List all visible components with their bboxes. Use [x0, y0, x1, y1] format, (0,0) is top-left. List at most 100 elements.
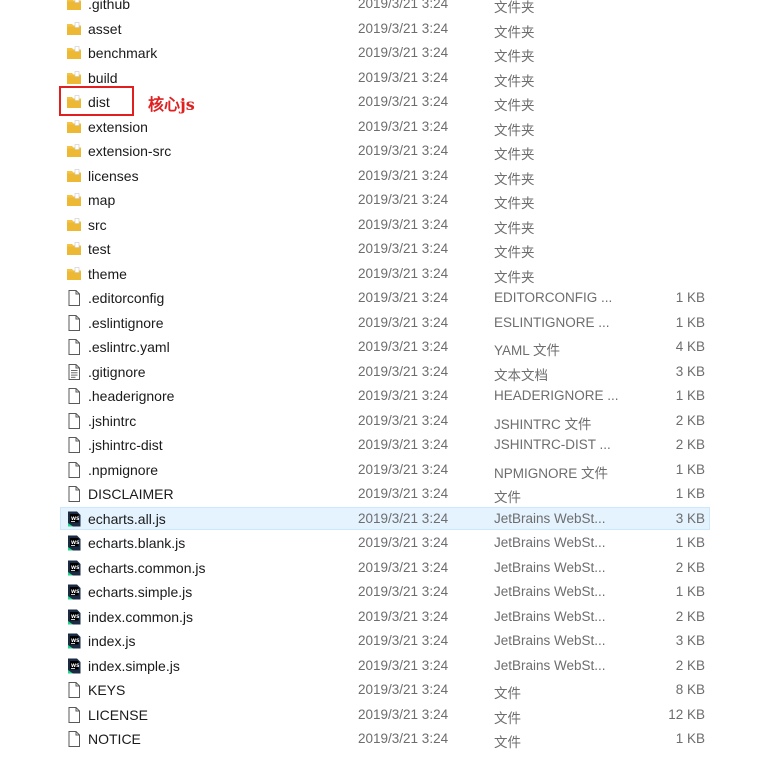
file-date-modified: 2019/3/21 3:24 — [358, 265, 449, 281]
file-icon — [66, 706, 82, 723]
webstorm-icon: WS — [66, 609, 82, 625]
annotation-highlight-box — [59, 86, 134, 116]
file-name: .headerignore — [88, 388, 175, 404]
file-type: EDITORCONFIG ... — [494, 290, 613, 305]
file-name: .github — [88, 0, 131, 12]
file-row[interactable]: .npmignore 2019/3/21 3:24 NPMIGNORE 文件 1 KB — [0, 458, 765, 483]
file-row[interactable]: benchmark 2019/3/21 3:24 文件夹 — [0, 41, 765, 66]
file-type: 文件 — [494, 710, 521, 726]
file-row[interactable]: WS index.common.js 2019/3/21 3:24 JetBrains… — [0, 605, 765, 630]
file-type: JetBrains WebSt... — [494, 510, 606, 526]
file-type: 文件夹 — [494, 24, 535, 40]
file-row[interactable]: .jshintrc 2019/3/21 3:24 JSHINTRC 文件 2 KB — [0, 409, 765, 434]
file-type: 文件夹 — [494, 171, 535, 187]
webstorm-icon: WS — [66, 658, 82, 674]
file-icon — [66, 437, 82, 453]
file-row[interactable]: WS index.js 2019/3/21 3:24 JetBrains WebSt.… — [0, 629, 765, 654]
file-type: JSHINTRC 文件 — [494, 416, 592, 432]
file-date-modified: 2019/3/21 3:24 — [358, 241, 449, 256]
file-type: JetBrains WebSt... — [494, 657, 606, 673]
file-name: benchmark — [88, 45, 158, 61]
file-name: NOTICE — [88, 731, 141, 747]
file-type: 文件夹 — [494, 147, 535, 162]
file-size: 1 KB — [675, 486, 705, 501]
file-type: 文件夹 — [494, 122, 535, 138]
folder-icon — [66, 70, 82, 86]
file-icon — [66, 412, 82, 429]
file-size: 1 KB — [675, 290, 705, 305]
file-name: index.simple.js — [88, 657, 180, 674]
file-type: JetBrains WebSt... — [494, 584, 606, 599]
webstorm-icon: WS — [66, 560, 82, 576]
file-row[interactable]: WS echarts.common.js 2019/3/21 3:24 JetBrai… — [0, 556, 765, 581]
file-row[interactable]: .jshintrc-dist 2019/3/21 3:24 JSHINTRC-DIS… — [0, 433, 765, 458]
webstorm-icon: WS — [66, 511, 82, 527]
file-type: 文件夹 — [494, 98, 535, 113]
file-row[interactable]: asset 2019/3/21 3:24 文件夹 — [0, 17, 765, 42]
file-size: 12 KB — [668, 706, 705, 722]
file-name: .jshintrc-dist — [88, 437, 163, 453]
file-name: extension — [88, 118, 148, 135]
file-name: .jshintrc — [88, 412, 137, 429]
file-row[interactable]: .editorconfig 2019/3/21 3:24 EDITORCONFIG … — [0, 286, 765, 311]
file-date-modified: 2019/3/21 3:24 — [358, 633, 449, 648]
file-row[interactable]: src 2019/3/21 3:24 文件夹 — [0, 213, 765, 238]
file-row[interactable]: DISCLAIMER 2019/3/21 3:24 文件 1 KB — [0, 482, 765, 507]
file-row[interactable]: .github 2019/3/21 3:24 文件夹 — [0, 0, 765, 17]
file-icon — [66, 314, 82, 331]
file-row[interactable]: theme 2019/3/21 3:24 文件夹 — [0, 262, 765, 287]
file-row[interactable]: .headerignore 2019/3/21 3:24 HEADERIGNORE … — [0, 384, 765, 409]
file-row[interactable]: NOTICE 2019/3/21 3:24 文件 1 KB — [0, 727, 765, 752]
file-type: 文件 — [494, 735, 521, 750]
file-row[interactable]: WS echarts.blank.js 2019/3/21 3:24 JetBrain… — [0, 531, 765, 556]
file-row[interactable]: test 2019/3/21 3:24 文件夹 — [0, 237, 765, 262]
file-row[interactable]: .eslintignore 2019/3/21 3:24 ESLINTIGNORE … — [0, 311, 765, 336]
file-date-modified: 2019/3/21 3:24 — [358, 731, 449, 746]
file-name: index.common.js — [88, 608, 194, 625]
file-name: echarts.all.js — [88, 510, 166, 527]
folder-icon — [66, 119, 82, 135]
file-row[interactable]: extension-src 2019/3/21 3:24 文件夹 — [0, 139, 765, 164]
file-row[interactable]: WS echarts.simple.js 2019/3/21 3:24 JetBrai… — [0, 580, 765, 605]
file-icon — [66, 388, 82, 404]
file-name: KEYS — [88, 682, 126, 698]
file-type: 文件夹 — [494, 196, 535, 211]
file-row[interactable]: .gitignore 2019/3/21 3:24 文本文档 3 KB — [0, 360, 765, 385]
file-name: src — [88, 216, 107, 233]
file-size: 1 KB — [675, 388, 705, 403]
file-date-modified: 2019/3/21 3:24 — [358, 0, 449, 11]
file-date-modified: 2019/3/21 3:24 — [358, 437, 449, 452]
file-size: 3 KB — [675, 363, 705, 379]
file-name: index.js — [88, 633, 136, 649]
file-size: 3 KB — [675, 510, 705, 526]
file-date-modified: 2019/3/21 3:24 — [358, 510, 449, 526]
file-name: .gitignore — [88, 363, 146, 380]
file-row[interactable]: .eslintrc.yaml 2019/3/21 3:24 YAML 文件 4 KB — [0, 335, 765, 360]
file-size: 1 KB — [675, 584, 705, 599]
file-size: 1 KB — [675, 731, 705, 746]
file-icon — [66, 290, 82, 306]
file-icon — [66, 339, 82, 355]
file-row[interactable]: extension 2019/3/21 3:24 文件夹 — [0, 115, 765, 140]
file-size: 1 KB — [675, 461, 705, 477]
file-date-modified: 2019/3/21 3:24 — [358, 559, 449, 575]
folder-icon — [66, 0, 82, 12]
webstorm-icon: WS — [66, 535, 82, 551]
file-name: echarts.common.js — [88, 559, 206, 576]
file-row[interactable]: KEYS 2019/3/21 3:24 文件 8 KB — [0, 678, 765, 703]
file-row[interactable]: WS echarts.all.js 2019/3/21 3:24 JetBrains … — [0, 506, 765, 532]
file-row[interactable]: WS index.simple.js 2019/3/21 3:24 JetBrains… — [0, 654, 765, 679]
folder-icon — [66, 168, 82, 184]
folder-icon — [66, 241, 82, 257]
file-row[interactable]: LICENSE 2019/3/21 3:24 文件 12 KB — [0, 703, 765, 728]
file-date-modified: 2019/3/21 3:24 — [358, 314, 449, 330]
file-row[interactable]: licenses 2019/3/21 3:24 文件夹 — [0, 164, 765, 189]
file-date-modified: 2019/3/21 3:24 — [358, 535, 449, 550]
file-name: LICENSE — [88, 706, 148, 723]
file-name: .eslintignore — [88, 314, 164, 331]
file-name: theme — [88, 265, 127, 282]
file-date-modified: 2019/3/21 3:24 — [358, 20, 449, 36]
file-row[interactable]: map 2019/3/21 3:24 文件夹 — [0, 188, 765, 213]
webstorm-icon: WS — [66, 584, 82, 600]
file-date-modified: 2019/3/21 3:24 — [358, 412, 449, 428]
